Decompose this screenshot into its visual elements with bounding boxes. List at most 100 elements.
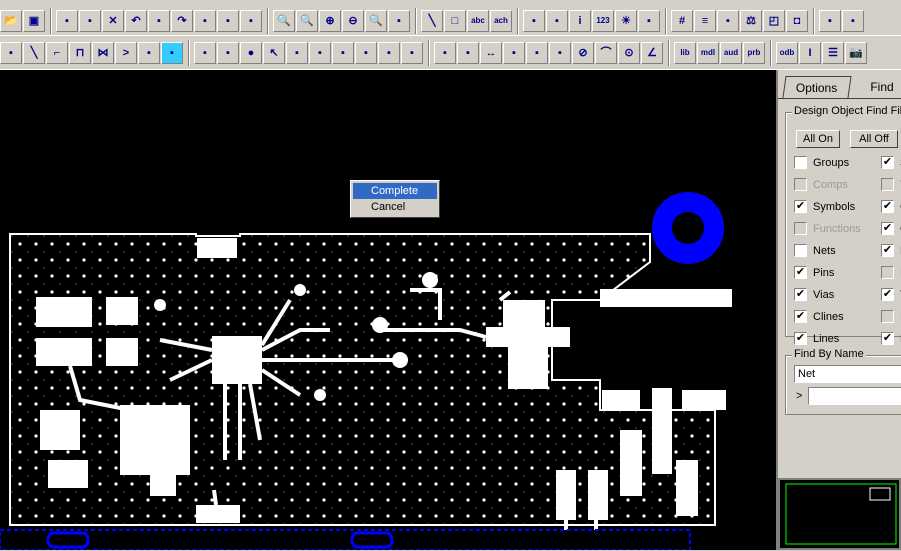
select-button[interactable]: ↖	[263, 42, 285, 64]
filter-pins[interactable]: ✔ Pins	[794, 266, 834, 279]
add-connect-button[interactable]: ╲	[23, 42, 45, 64]
dim-angle-button[interactable]: ▪	[526, 42, 548, 64]
change-text-button[interactable]: ach	[490, 10, 512, 32]
odb-button[interactable]: odb	[776, 42, 798, 64]
edit-boundary-button[interactable]: ▪	[309, 42, 331, 64]
zoom-in-button[interactable]: ⊕	[319, 10, 341, 32]
tab-find[interactable]: Find	[852, 76, 901, 98]
layers-button[interactable]: ≡	[694, 10, 716, 32]
checkbox[interactable]: ✔	[881, 288, 894, 301]
name-type-select[interactable]: Net	[794, 365, 901, 383]
chamfer-button[interactable]: ⊙	[618, 42, 640, 64]
checkbox[interactable]	[794, 156, 807, 169]
autoroute-button[interactable]: ▪	[161, 42, 183, 64]
drc-button[interactable]: ▪	[842, 10, 864, 32]
dim-ext-button[interactable]: ↔	[480, 42, 502, 64]
all-off-button[interactable]: All Off	[850, 130, 898, 148]
checkbox[interactable]: ✔	[881, 244, 894, 257]
checkbox[interactable]: ✔	[881, 200, 894, 213]
zoom-fit-button[interactable]: 🔍	[296, 10, 318, 32]
constraint-button[interactable]: ▪	[717, 10, 739, 32]
radius-button[interactable]: ⌒	[595, 42, 617, 64]
filter-c[interactable]: ✔C	[881, 200, 901, 213]
filter-symbols[interactable]: ✔ Symbols	[794, 200, 855, 213]
highlight-button[interactable]: ☀	[615, 10, 637, 32]
undo-button[interactable]: ↶	[125, 10, 147, 32]
checkbox[interactable]	[881, 178, 894, 191]
swap-button[interactable]: ⋈	[92, 42, 114, 64]
checkbox[interactable]	[881, 266, 894, 279]
checkbox[interactable]: ✔	[794, 288, 807, 301]
circle-void-button[interactable]: ▪	[355, 42, 377, 64]
zoom-points-button[interactable]: 🔍	[273, 10, 295, 32]
redo-button[interactable]: ↷	[171, 10, 193, 32]
color-button[interactable]: ▪	[523, 10, 545, 32]
unplace-button[interactable]: ▪	[240, 10, 262, 32]
grid-button[interactable]: #	[671, 10, 693, 32]
filter-o[interactable]: ✔O	[881, 222, 901, 235]
mdl-button[interactable]: mdl	[697, 42, 719, 64]
add-text-button[interactable]: abc	[467, 10, 489, 32]
place-button[interactable]: ▪	[819, 10, 841, 32]
balance-button[interactable]: ⚖	[740, 10, 762, 32]
filter-nets[interactable]: Nets	[794, 244, 836, 257]
shadow-button[interactable]: ▪	[217, 10, 239, 32]
dehighlight-button[interactable]: ▪	[638, 10, 660, 32]
aud-button[interactable]: aud	[720, 42, 742, 64]
zoom-world-button[interactable]: 🔍	[365, 10, 387, 32]
dim-linear-button[interactable]: ▪	[457, 42, 479, 64]
checkbox[interactable]	[794, 178, 807, 191]
checkbox[interactable]: ✔	[881, 156, 894, 169]
world-view-minimap[interactable]	[778, 478, 901, 550]
undo-step-button[interactable]: ▪	[148, 10, 170, 32]
leader-button[interactable]: ▪	[549, 42, 571, 64]
report-button[interactable]: ☰	[822, 42, 844, 64]
assign-color2-button[interactable]: ▪	[79, 10, 101, 32]
filter-r[interactable]: ✔R	[881, 332, 901, 345]
filter-t[interactable]: ✔T	[881, 288, 901, 301]
slide-button[interactable]: ⌐	[46, 42, 68, 64]
diameter-button[interactable]: ⊘	[572, 42, 594, 64]
fillet-button[interactable]: ∠	[641, 42, 663, 64]
checkbox[interactable]: ✔	[794, 266, 807, 279]
delay-tune-button[interactable]: ⊓	[69, 42, 91, 64]
filter-v[interactable]: V	[881, 178, 901, 191]
save-button[interactable]: ▣	[23, 10, 45, 32]
checkbox[interactable]	[794, 244, 807, 257]
menu-item-cancel[interactable]: Cancel	[353, 199, 437, 215]
manual-void-button[interactable]: ▪	[286, 42, 308, 64]
filter-vias[interactable]: ✔ Vias	[794, 288, 834, 301]
shape-void-button[interactable]: ▪	[332, 42, 354, 64]
lib-button[interactable]: lib	[674, 42, 696, 64]
measure-button[interactable]: 123	[592, 10, 614, 32]
flash-button[interactable]: ▪	[0, 42, 22, 64]
name-input[interactable]	[808, 387, 901, 405]
checkbox[interactable]: ✔	[881, 332, 894, 345]
filter-groups[interactable]: Groups	[794, 156, 849, 169]
padstack-button[interactable]: I	[799, 42, 821, 64]
shape-merge-button[interactable]: ▪	[378, 42, 400, 64]
shape-circle-button[interactable]: ●	[240, 42, 262, 64]
checkbox[interactable]: ✔	[794, 332, 807, 345]
delete-button[interactable]: ✕	[102, 10, 124, 32]
open-button[interactable]: 📂	[0, 10, 22, 32]
fit-button[interactable]: ◘	[786, 10, 808, 32]
layer-vis-button[interactable]: ▪	[546, 10, 568, 32]
menu-item-complete[interactable]: Complete	[353, 183, 437, 199]
dim-ordinate-button[interactable]: ▪	[503, 42, 525, 64]
filter-functions[interactable]: Functions	[794, 222, 861, 235]
checkbox[interactable]: ✔	[794, 310, 807, 323]
filter-r[interactable]: R	[881, 310, 901, 323]
shape-rect-button[interactable]: ▪	[217, 42, 239, 64]
add-rect-button[interactable]: □	[444, 10, 466, 32]
add-line-button[interactable]: ╲	[421, 10, 443, 32]
info-button[interactable]: i	[569, 10, 591, 32]
filter-d[interactable]: D	[881, 266, 901, 279]
redo-step-button[interactable]: ▪	[194, 10, 216, 32]
prb-button[interactable]: prb	[743, 42, 765, 64]
checkbox[interactable]: ✔	[794, 200, 807, 213]
filter-f[interactable]: ✔F	[881, 244, 901, 257]
zoom-out-button[interactable]: ⊖	[342, 10, 364, 32]
tab-options[interactable]: Options	[782, 76, 852, 98]
checkbox[interactable]	[794, 222, 807, 235]
